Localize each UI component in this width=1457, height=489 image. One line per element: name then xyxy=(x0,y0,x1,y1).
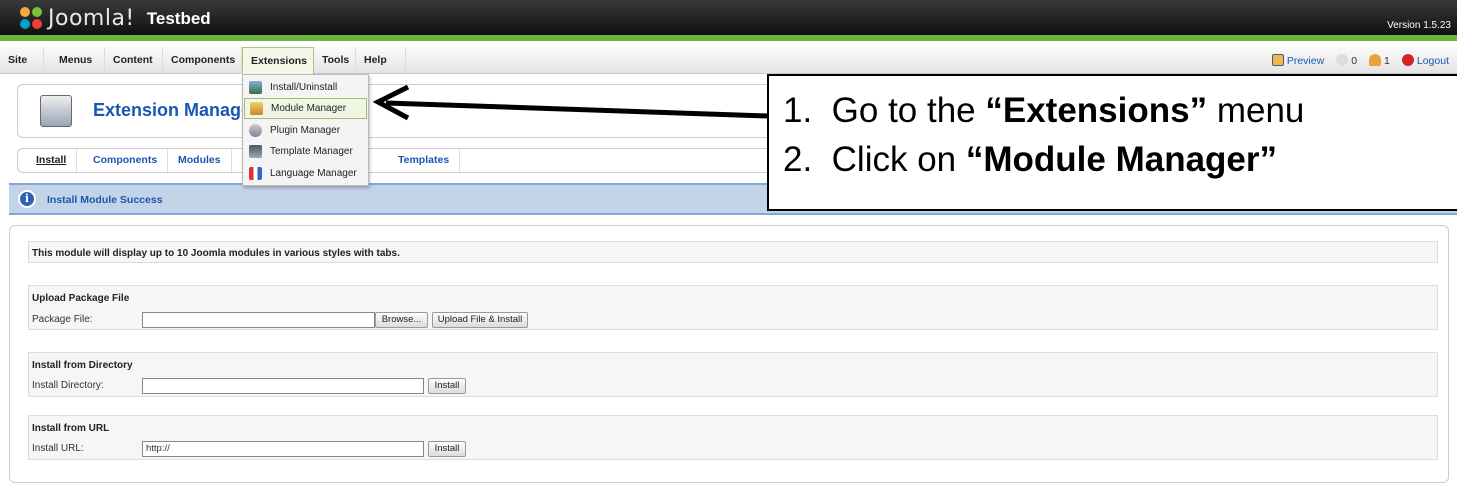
upload-package-title: Upload Package File xyxy=(32,293,130,304)
info-icon: i xyxy=(18,190,36,208)
site-name: Testbed xyxy=(146,8,211,28)
instruction-step-1: 1. Go to the “Extensions” menu xyxy=(783,91,1305,130)
brand-name: Joomla! xyxy=(48,6,135,31)
joomla-logo-icon xyxy=(20,6,44,31)
install-directory-title: Install from Directory xyxy=(32,360,133,371)
instruction-step-2: 2. Click on “Module Manager” xyxy=(783,140,1278,179)
menu-tools[interactable]: Tools xyxy=(314,47,356,74)
module-description-panel: This module will display up to 10 Joomla… xyxy=(28,241,1438,263)
install-url-button[interactable]: Install xyxy=(428,441,466,457)
main-menubar: Site Menus Content Components Extensions… xyxy=(0,47,1457,74)
menu-site[interactable]: Site xyxy=(0,47,44,74)
package-file-input[interactable] xyxy=(142,312,375,328)
menu-content[interactable]: Content xyxy=(105,47,163,74)
tab-components[interactable]: Components xyxy=(83,149,169,172)
install-directory-button[interactable]: Install xyxy=(428,378,466,394)
dropdown-item-plugin-manager[interactable]: Plugin Manager xyxy=(244,120,367,141)
module-description: This module will display up to 10 Joomla… xyxy=(32,248,400,259)
menu-menus[interactable]: Menus xyxy=(44,47,105,74)
instruction-callout: 1. Go to the “Extensions” menu 2. Click … xyxy=(767,74,1457,211)
extension-manager-icon xyxy=(40,95,72,127)
users-icon xyxy=(1369,54,1382,66)
plugin-icon xyxy=(249,124,262,137)
joomla-logo[interactable]: Joomla! Testbed xyxy=(20,6,211,31)
dropdown-item-template-manager[interactable]: Template Manager xyxy=(244,141,367,162)
dropdown-item-module-manager[interactable]: Module Manager xyxy=(244,98,367,119)
dropdown-item-install-uninstall[interactable]: Install/Uninstall xyxy=(244,77,367,98)
upload-install-button[interactable]: Upload File & Install xyxy=(432,312,528,328)
menu-help[interactable]: Help xyxy=(356,47,406,74)
install-icon xyxy=(249,81,262,94)
install-url-panel: Install from URL Install URL: http:// In… xyxy=(28,415,1438,460)
upload-package-panel: Upload Package File Package File: Browse… xyxy=(28,285,1438,330)
dropdown-item-language-manager[interactable]: Language Manager xyxy=(244,163,367,184)
tab-install[interactable]: Install xyxy=(26,149,78,172)
admin-header: Joomla! Testbed Version 1.5.23 xyxy=(0,0,1457,41)
install-directory-label: Install Directory: xyxy=(32,380,104,391)
messages-icon xyxy=(1336,54,1349,66)
menubar-status: Preview 0 1 Logout xyxy=(1271,47,1449,74)
package-file-label: Package File: xyxy=(32,314,93,325)
template-icon xyxy=(249,145,262,158)
page-title: Extension Manage xyxy=(93,100,252,120)
install-url-label: Install URL: xyxy=(32,443,84,454)
menu-components[interactable]: Components xyxy=(163,47,242,74)
preview-icon xyxy=(1271,54,1284,66)
install-form: This module will display up to 10 Joomla… xyxy=(9,225,1449,483)
version-label: Version 1.5.23 xyxy=(1387,20,1451,31)
messages-indicator[interactable]: 0 xyxy=(1336,54,1357,67)
menu-extensions[interactable]: Extensions xyxy=(242,47,314,74)
install-url-input[interactable]: http:// xyxy=(142,441,424,457)
message-text: Install Module Success xyxy=(47,194,163,206)
install-directory-input[interactable] xyxy=(142,378,424,394)
tab-templates[interactable]: Templates xyxy=(388,149,461,172)
extensions-dropdown: Install/Uninstall Module Manager Plugin … xyxy=(242,74,369,186)
browse-button[interactable]: Browse... xyxy=(375,312,428,328)
install-url-title: Install from URL xyxy=(32,423,110,434)
logout-link[interactable]: Logout xyxy=(1401,54,1449,67)
install-directory-panel: Install from Directory Install Directory… xyxy=(28,352,1438,397)
language-icon xyxy=(249,167,262,180)
annotation-arrow-icon xyxy=(372,84,769,121)
preview-link[interactable]: Preview xyxy=(1271,54,1324,67)
logout-icon xyxy=(1401,54,1414,66)
users-indicator[interactable]: 1 xyxy=(1369,54,1390,67)
tab-modules[interactable]: Modules xyxy=(168,149,232,172)
module-icon xyxy=(250,102,263,115)
